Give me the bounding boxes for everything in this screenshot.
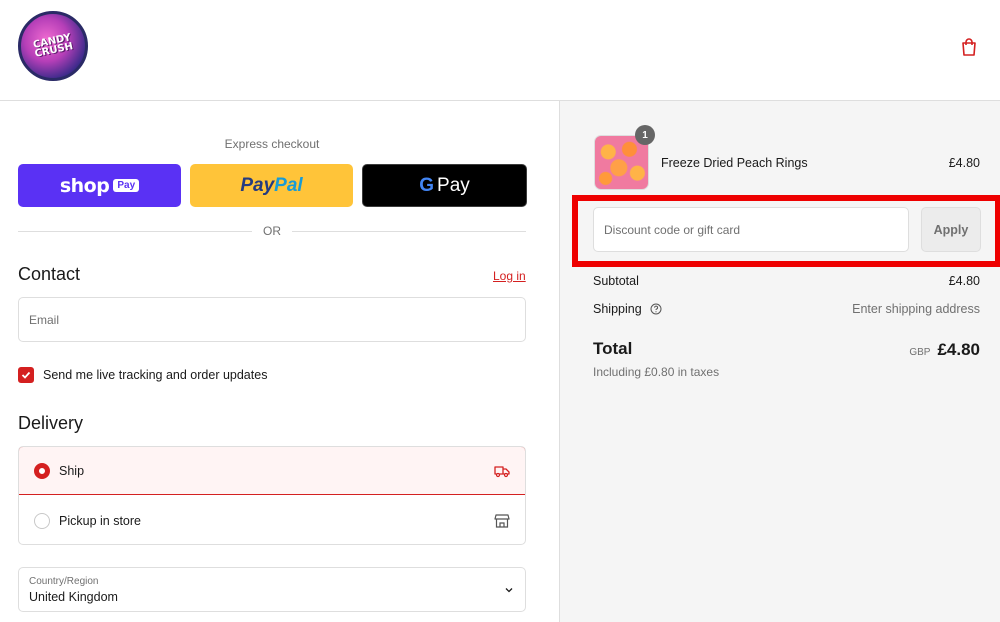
paypal-word-2: Pal (274, 174, 303, 196)
chevron-down-icon (505, 588, 513, 593)
express-checkout-title: Express checkout (224, 137, 320, 151)
shopping-bag-icon[interactable] (958, 36, 980, 58)
updates-checkbox[interactable] (18, 367, 34, 383)
store-icon (494, 513, 510, 528)
updates-option[interactable]: Send me live tracking and order updates (18, 366, 267, 384)
delivery-options: Ship Pickup in store (18, 446, 526, 545)
checkmark-icon (21, 371, 31, 379)
ship-label: Ship (59, 463, 85, 478)
product-name: Freeze Dried Peach Rings (661, 156, 808, 170)
shop-pay-button[interactable]: shop Pay (18, 164, 181, 207)
login-link[interactable]: Log in (493, 269, 526, 283)
delivery-option-ship[interactable]: Ship (19, 447, 525, 495)
email-field[interactable] (18, 297, 526, 342)
currency-code: GBP (909, 347, 931, 358)
shipping-row-label: Shipping (593, 302, 662, 316)
email-input[interactable] (19, 298, 525, 341)
or-divider: OR (18, 223, 526, 239)
discount-input[interactable] (594, 208, 908, 251)
country-value: United Kingdom (29, 590, 118, 604)
header: CANDY CRUSH (0, 0, 1000, 101)
store-logo[interactable]: CANDY CRUSH (18, 11, 88, 81)
paypal-word-1: Pay (240, 174, 275, 196)
google-g-icon: G (419, 174, 435, 196)
subtotal-value: £4.80 (948, 274, 980, 288)
product-price: £4.80 (948, 156, 980, 170)
country-select[interactable]: Country/Region United Kingdom (18, 567, 526, 612)
total-label: Total (593, 339, 633, 358)
truck-icon (494, 465, 510, 477)
discount-field[interactable] (593, 207, 909, 252)
quantity-badge: 1 (635, 125, 655, 145)
tax-note: Including £0.80 in taxes (593, 365, 720, 379)
subtotal-label: Subtotal (593, 274, 639, 288)
pickup-radio[interactable] (34, 512, 50, 529)
or-text: OR (263, 224, 281, 238)
total-amount: GBP £4.80 (909, 340, 980, 360)
shop-pay-word: shop (59, 174, 110, 197)
help-circle-icon[interactable] (650, 303, 662, 315)
ship-radio[interactable] (34, 462, 50, 479)
total-value: £4.80 (937, 340, 980, 359)
shipping-label: Shipping (593, 302, 642, 316)
checkout-form: Express checkout shop Pay Pay Pal G Pay O… (0, 101, 560, 622)
updates-label: Send me live tracking and order updates (43, 368, 268, 382)
delivery-heading: Delivery (18, 413, 84, 433)
pickup-label: Pickup in store (59, 513, 141, 528)
google-pay-word: Pay (437, 174, 470, 196)
apply-button[interactable]: Apply (921, 207, 981, 252)
paypal-button[interactable]: Pay Pal (190, 164, 353, 207)
contact-heading: Contact (18, 264, 81, 284)
shipping-value: Enter shipping address (852, 302, 980, 316)
order-summary: 1 Freeze Dried Peach Rings £4.80 Apply S… (559, 101, 1000, 622)
shop-pay-badge: Pay (113, 179, 140, 192)
google-pay-button[interactable]: G Pay (362, 164, 527, 207)
country-label: Country/Region (29, 576, 99, 587)
logo-text: CANDY CRUSH (32, 32, 75, 60)
delivery-option-pickup[interactable]: Pickup in store (19, 496, 525, 544)
